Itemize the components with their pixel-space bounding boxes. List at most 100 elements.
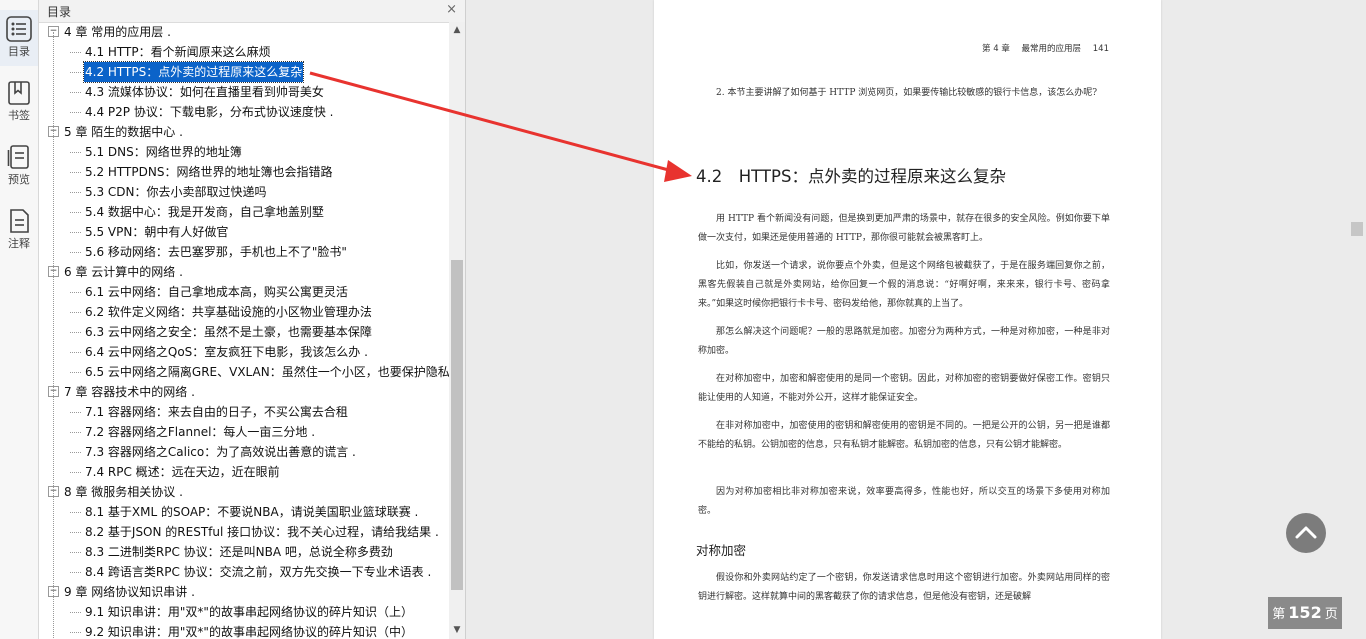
toc-item-label: 6 章 云计算中的网络 .	[64, 265, 183, 279]
chevron-up-icon	[1295, 526, 1317, 539]
tree-connector	[70, 152, 81, 153]
back-to-top-button[interactable]	[1286, 513, 1326, 553]
page-indicator-prefix: 第	[1272, 607, 1286, 622]
body-paragraph: 用 HTTP 看个新闻没有问题，但是换到更加严肃的场景中，就存在很多的安全风险。…	[698, 214, 1110, 243]
toc-section-item[interactable]: 4.4 P2P 协议：下载电影，分布式协议速度快 .	[68, 102, 334, 122]
rail-toc-button[interactable]: 目录	[0, 10, 38, 66]
toc-item-label: 4.4 P2P 协议：下载电影，分布式协议速度快 .	[85, 105, 334, 119]
toc-section-item[interactable]: 6.5 云中网络之隔离GRE、VXLAN：虽然住一个小区，也要保护隐私	[68, 362, 449, 382]
tree-connector	[70, 372, 81, 373]
tree-connector	[70, 252, 81, 253]
toc-section-item[interactable]: 4.3 流媒体协议：如何在直播里看到帅哥美女	[68, 82, 325, 102]
toc-section-item[interactable]: 4.2 HTTPS：点外卖的过程原来这么复杂	[68, 61, 305, 83]
toc-item-label: 4.3 流媒体协议：如何在直播里看到帅哥美女	[85, 85, 324, 99]
left-rail: 目录 书签 预览 注释	[0, 0, 39, 639]
toc-section-item[interactable]: 5.4 数据中心：我是开发商，自己拿地盖别墅	[68, 202, 325, 222]
document-scroll-thumb[interactable]	[1351, 222, 1363, 236]
running-header: 第 4 章 最常用的应用层 141	[973, 42, 1109, 54]
toc-section-item[interactable]: 8.1 基于XML 的SOAP：不要说NBA，请说美国职业篮球联赛 .	[68, 502, 419, 522]
tree-connector	[70, 172, 81, 173]
toc-tree: −4 章 常用的应用层 . 4.1 HTTP：看个新闻原来这么麻烦 4.2 HTTP…	[39, 22, 449, 639]
toc-item-label: 8.4 跨语言类RPC 协议：交流之前，双方先交换一下专业术语表 .	[85, 565, 432, 579]
toc-item-label: 5.2 HTTPDNS：网络世界的地址簿也会指错路	[85, 165, 333, 179]
tree-connector	[70, 412, 81, 413]
toc-section-item[interactable]: 9.2 知识串讲：用"双*"的故事串起网络协议的碎片知识（中）	[68, 622, 414, 639]
rail-preview-button[interactable]: 预览	[0, 138, 38, 194]
page-indicator-suffix: 页	[1324, 607, 1338, 622]
toc-section-item[interactable]: 7.4 RPC 概述：远在天边，近在眼前	[68, 462, 281, 482]
toc-item-label: 8 章 微服务相关协议 .	[64, 485, 183, 499]
toc-section-item[interactable]: 5.6 移动网络：去巴塞罗那，手机也上不了"脸书"	[68, 242, 348, 262]
toc-item-label: 4.1 HTTP：看个新闻原来这么麻烦	[85, 45, 271, 59]
rail-bookmark-button[interactable]: 书签	[0, 74, 38, 130]
toc-section-item[interactable]: 6.4 云中网络之QoS：室友疯狂下电影，我该怎么办 .	[68, 342, 369, 362]
toc-section-item[interactable]: 5.2 HTTPDNS：网络世界的地址簿也会指错路	[68, 162, 333, 182]
scroll-down-icon[interactable]: ▼	[449, 622, 465, 639]
toc-scrollbar[interactable]: ▲ ▼	[449, 22, 465, 639]
running-title: 最常用的应用层	[1021, 44, 1082, 54]
toc-section-item[interactable]: 5.1 DNS：网络世界的地址簿	[68, 142, 243, 162]
body-paragraph: 那怎么解决这个问题呢？一般的思路就是加密。加密分为两种方式，一种是对称加密，一种…	[698, 327, 1110, 356]
toc-section-item[interactable]: 5.5 VPN：朝中有人好做官	[68, 222, 229, 242]
toc-chapter-item[interactable]: −6 章 云计算中的网络 .	[48, 262, 184, 282]
toc-item-label: 7.1 容器网络：来去自由的日子，不买公寓去合租	[85, 405, 348, 419]
toc-item-label: 6.1 云中网络：自己拿地成本高，购买公寓更灵活	[85, 285, 348, 299]
toc-section-item[interactable]: 7.3 容器网络之Calico：为了高效说出善意的谎言 .	[68, 442, 357, 462]
toc-chapter-item[interactable]: −4 章 常用的应用层 .	[48, 22, 172, 42]
toc-section-item[interactable]: 8.4 跨语言类RPC 协议：交流之前，双方先交换一下专业术语表 .	[68, 562, 432, 582]
rail-note-label: 注释	[8, 237, 30, 250]
tree-connector	[70, 332, 81, 333]
toc-chapter-item[interactable]: −9 章 网络协议知识串讲 .	[48, 582, 196, 602]
toc-item-label: 7.3 容器网络之Calico：为了高效说出善意的谎言 .	[85, 445, 356, 459]
document-page: 第 4 章 最常用的应用层 141 2. 本节主要讲解了如何基于 HTTP 浏览…	[654, 0, 1161, 639]
tree-connector	[70, 192, 81, 193]
toc-section-item[interactable]: 7.1 容器网络：来去自由的日子，不买公寓去合租	[68, 402, 349, 422]
toc-section-item[interactable]: 6.2 软件定义网络：共享基础设施的小区物业管理办法	[68, 302, 373, 322]
toc-chapter-item[interactable]: −5 章 陌生的数据中心 .	[48, 122, 184, 142]
toc-header: 目录 ×	[39, 0, 465, 23]
toc-chapter-item[interactable]: −8 章 微服务相关协议 .	[48, 482, 184, 502]
preview-icon	[7, 145, 29, 169]
toc-item-label: 9.2 知识串讲：用"双*"的故事串起网络协议的碎片知识（中）	[85, 625, 413, 639]
scroll-up-icon[interactable]: ▲	[449, 22, 465, 39]
body-paragraph: 在非对称加密中，加密使用的密钥和解密使用的密钥是不同的。一把是公开的公钥，另一把…	[698, 421, 1110, 450]
close-icon[interactable]: ×	[446, 2, 457, 17]
tree-connector	[70, 232, 81, 233]
note-icon	[10, 209, 29, 233]
toc-scroll-thumb[interactable]	[451, 260, 463, 590]
current-page-number: 152	[1288, 603, 1322, 622]
toc-section-item[interactable]: 4.1 HTTP：看个新闻原来这么麻烦	[68, 42, 272, 62]
toc-item-label: 6.5 云中网络之隔离GRE、VXLAN：虽然住一个小区，也要保护隐私	[85, 365, 449, 379]
toc-section-item[interactable]: 8.2 基于JSON 的RESTful 接口协议：我不关心过程，请给我结果 .	[68, 522, 440, 542]
toc-chapter-item[interactable]: −7 章 容器技术中的网络 .	[48, 382, 196, 402]
toc-section-item[interactable]: 5.3 CDN：你去小卖部取过快递吗	[68, 182, 268, 202]
toc-item-label: 7 章 容器技术中的网络 .	[64, 385, 195, 399]
toc-item-label: 5.1 DNS：网络世界的地址簿	[85, 145, 242, 159]
section-title: 4.2 HTTPS：点外卖的过程原来这么复杂	[696, 167, 1006, 186]
body-paragraph: 在对称加密中，加密和解密使用的是同一个密钥。因此，对称加密的密钥要做好保密工作。…	[698, 374, 1110, 403]
tree-connector	[70, 612, 81, 613]
body-paragraph: 比如，你发送一个请求，说你要点个外卖，但是这个网络包被截获了，于是在服务端回复你…	[698, 261, 1110, 309]
toc-item-label: 9.1 知识串讲：用"双*"的故事串起网络协议的碎片知识（上）	[85, 605, 413, 619]
tree-connector	[70, 552, 81, 553]
tree-connector	[70, 212, 81, 213]
list-icon	[6, 16, 32, 42]
rail-note-button[interactable]: 注释	[0, 202, 38, 258]
toc-section-item[interactable]: 9.1 知识串讲：用"双*"的故事串起网络协议的碎片知识（上）	[68, 602, 414, 622]
tree-connector	[70, 532, 81, 533]
tree-connector	[70, 452, 81, 453]
running-chapter: 第 4 章	[982, 44, 1010, 54]
toc-item-label: 7.2 容器网络之Flannel：每人一亩三分地 .	[85, 425, 316, 439]
toc-item-label: 4.2 HTTPS：点外卖的过程原来这么复杂	[82, 61, 305, 83]
toc-section-item[interactable]: 6.1 云中网络：自己拿地成本高，购买公寓更灵活	[68, 282, 349, 302]
toc-item-label: 6.2 软件定义网络：共享基础设施的小区物业管理办法	[85, 305, 372, 319]
running-page-number: 141	[1092, 44, 1109, 54]
rail-bookmark-label: 书签	[8, 109, 30, 122]
document-scrollbar[interactable]	[1349, 0, 1366, 639]
toc-item-label: 5.4 数据中心：我是开发商，自己拿地盖别墅	[85, 205, 324, 219]
toc-section-item[interactable]: 6.3 云中网络之安全：虽然不是土豪，也需要基本保障	[68, 322, 373, 342]
toc-section-item[interactable]: 7.2 容器网络之Flannel：每人一亩三分地 .	[68, 422, 316, 442]
rail-toc-label: 目录	[8, 45, 30, 58]
toc-item-label: 8.3 二进制类RPC 协议：还是叫NBA 吧，总说全称多费劲	[85, 545, 393, 559]
toc-section-item[interactable]: 8.3 二进制类RPC 协议：还是叫NBA 吧，总说全称多费劲	[68, 542, 394, 562]
